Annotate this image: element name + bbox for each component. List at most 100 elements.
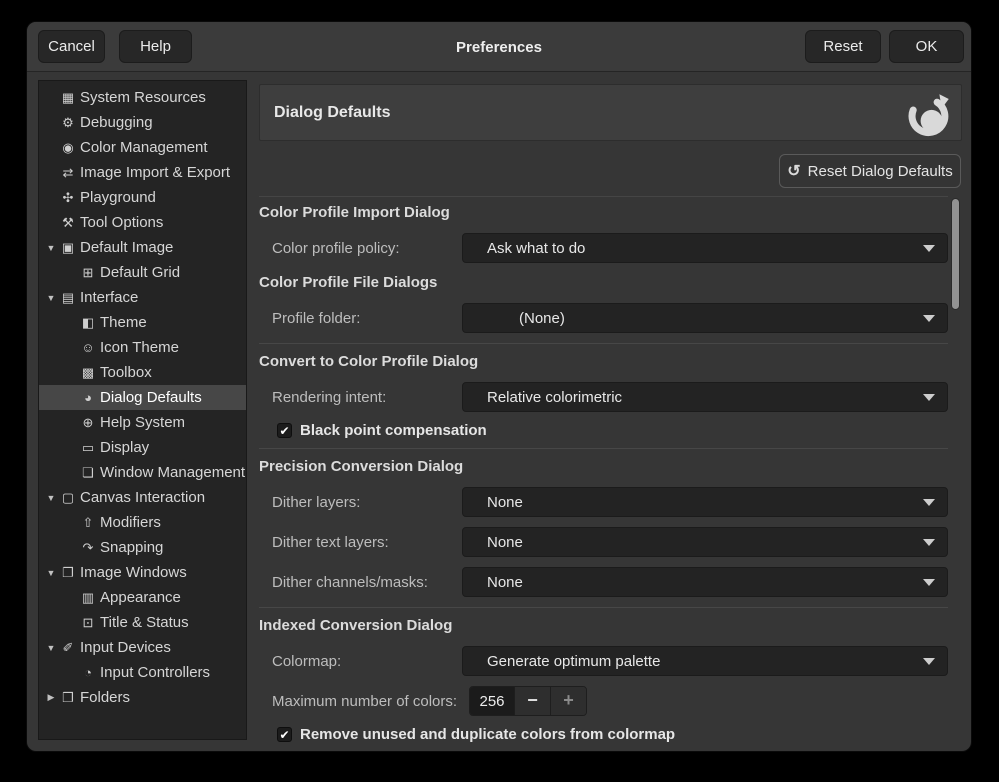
help-system-icon: ⊕ bbox=[79, 415, 97, 431]
help-button[interactable]: Help bbox=[119, 30, 192, 63]
increment-button[interactable]: + bbox=[550, 687, 586, 715]
preferences-window: Cancel Help Preferences Reset OK ▦System… bbox=[27, 22, 971, 751]
sidebar-item-input-controllers[interactable]: ◔Input Controllers bbox=[39, 660, 246, 685]
chevron-down-icon bbox=[923, 539, 935, 546]
dropdown-value: None bbox=[487, 574, 923, 591]
icon-theme-icon: ☺ bbox=[79, 340, 97, 355]
field-label: Profile folder: bbox=[272, 310, 462, 327]
checkbox-label: Remove unused and duplicate colors from … bbox=[300, 726, 675, 743]
row-remove-unused-colors: ✔ Remove unused and duplicate colors from… bbox=[259, 726, 948, 742]
reset-button[interactable]: Reset bbox=[805, 30, 881, 63]
vertical-scrollbar[interactable] bbox=[949, 196, 962, 747]
sidebar-item-label: Title & Status bbox=[100, 614, 189, 631]
scrollbar-thumb[interactable] bbox=[951, 198, 960, 310]
sidebar-item-canvas-interaction[interactable]: ▼▢Canvas Interaction bbox=[39, 485, 246, 510]
sidebar-item-system-resources[interactable]: ▦System Resources bbox=[39, 85, 246, 110]
row-dither-channels-masks: Dither channels/masks:None bbox=[259, 567, 948, 597]
field-label: Color profile policy: bbox=[272, 240, 462, 257]
section-title: Color Profile File Dialogs bbox=[259, 273, 948, 293]
sidebar-item-snapping[interactable]: ↷Snapping bbox=[39, 535, 246, 560]
remove-unused-colors-checkbox[interactable]: ✔ bbox=[277, 727, 292, 742]
row-rendering-intent: Rendering intent:Relative colorimetric bbox=[259, 382, 948, 412]
sidebar-item-label: Default Grid bbox=[100, 264, 180, 281]
default-grid-icon: ⊞ bbox=[79, 265, 97, 281]
page-title: Dialog Defaults bbox=[260, 104, 905, 122]
interface-icon: ▤ bbox=[59, 290, 77, 306]
sidebar-item-tool-options[interactable]: ⚒Tool Options bbox=[39, 210, 246, 235]
sidebar-item-appearance[interactable]: ▥Appearance bbox=[39, 585, 246, 610]
decrement-button[interactable]: − bbox=[514, 687, 550, 715]
sidebar-item-window-management[interactable]: ❏Window Management bbox=[39, 460, 246, 485]
sidebar-item-input-devices[interactable]: ▼✐Input Devices bbox=[39, 635, 246, 660]
sidebar-item-default-image[interactable]: ▼▣Default Image bbox=[39, 235, 246, 260]
color-profile-policy-dropdown[interactable]: Ask what to do bbox=[462, 233, 948, 263]
expander-down-icon[interactable]: ▼ bbox=[43, 293, 59, 303]
ok-button[interactable]: OK bbox=[889, 30, 964, 63]
sidebar-item-help-system[interactable]: ⊕Help System bbox=[39, 410, 246, 435]
chevron-down-icon bbox=[923, 579, 935, 586]
sidebar-item-label: Canvas Interaction bbox=[80, 489, 205, 506]
sidebar-item-color-management[interactable]: ◉Color Management bbox=[39, 135, 246, 160]
sidebar-item-label: Help System bbox=[100, 414, 185, 431]
sidebar-item-default-grid[interactable]: ⊞Default Grid bbox=[39, 260, 246, 285]
section-title: Precision Conversion Dialog bbox=[259, 457, 948, 477]
max-colors-input[interactable]: 256 bbox=[470, 687, 514, 715]
cancel-button[interactable]: Cancel bbox=[38, 30, 105, 63]
reset-dialog-defaults-button[interactable]: ↺ Reset Dialog Defaults bbox=[779, 154, 961, 188]
titlebar[interactable]: Cancel Help Preferences Reset OK bbox=[27, 22, 971, 72]
section-title: Convert to Color Profile Dialog bbox=[259, 352, 948, 372]
row-dither-layers: Dither layers:None bbox=[259, 487, 948, 517]
sidebar-item-debugging[interactable]: ⚙Debugging bbox=[39, 110, 246, 135]
profile-folder-dropdown[interactable]: (None) bbox=[462, 303, 948, 333]
black-point-compensation-checkbox[interactable]: ✔ bbox=[277, 423, 292, 438]
expander-right-icon[interactable]: ▶ bbox=[43, 692, 59, 703]
theme-icon: ◧ bbox=[79, 315, 97, 331]
dither-channels-masks-dropdown[interactable]: None bbox=[462, 567, 948, 597]
sidebar-item-playground[interactable]: ✣Playground bbox=[39, 185, 246, 210]
dither-layers-dropdown[interactable]: None bbox=[462, 487, 948, 517]
dropdown-value: Ask what to do bbox=[487, 240, 923, 257]
snapping-icon: ↷ bbox=[79, 540, 97, 556]
sidebar-item-folders[interactable]: ▶❒Folders bbox=[39, 685, 246, 710]
dither-text-layers-dropdown[interactable]: None bbox=[462, 527, 948, 557]
row-max-colors: Maximum number of colors:256−+ bbox=[259, 686, 948, 716]
sidebar-item-label: Debugging bbox=[80, 114, 153, 131]
sidebar-item-label: Snapping bbox=[100, 539, 163, 556]
sidebar-item-label: Color Management bbox=[80, 139, 208, 156]
sidebar-item-image-windows[interactable]: ▼❐Image Windows bbox=[39, 560, 246, 585]
sidebar-item-interface[interactable]: ▼▤Interface bbox=[39, 285, 246, 310]
sidebar-item-label: Interface bbox=[80, 289, 138, 306]
colormap-dropdown[interactable]: Generate optimum palette bbox=[462, 646, 948, 676]
expander-down-icon[interactable]: ▼ bbox=[43, 493, 59, 503]
sidebar-item-theme[interactable]: ◧Theme bbox=[39, 310, 246, 335]
section-title: Color Profile Import Dialog bbox=[259, 203, 948, 223]
sidebar-item-display[interactable]: ▭Display bbox=[39, 435, 246, 460]
sidebar-item-label: Input Devices bbox=[80, 639, 171, 656]
settings-nav: ▦System Resources⚙Debugging◉Color Manage… bbox=[38, 80, 247, 740]
sidebar-item-modifiers[interactable]: ⇧Modifiers bbox=[39, 510, 246, 535]
sidebar-item-icon-theme[interactable]: ☺Icon Theme bbox=[39, 335, 246, 360]
expander-down-icon[interactable]: ▼ bbox=[43, 243, 59, 253]
input-devices-icon: ✐ bbox=[59, 640, 77, 656]
sidebar-item-image-import-export[interactable]: ⇄Image Import & Export bbox=[39, 160, 246, 185]
desktop-background: Cancel Help Preferences Reset OK ▦System… bbox=[0, 0, 999, 782]
sidebar-item-dialog-defaults[interactable]: ◕Dialog Defaults bbox=[39, 385, 246, 410]
dropdown-value: Generate optimum palette bbox=[487, 653, 923, 670]
image-windows-icon: ❐ bbox=[59, 565, 77, 581]
sidebar-item-label: Display bbox=[100, 439, 149, 456]
chevron-down-icon bbox=[923, 658, 935, 665]
sidebar-item-toolbox[interactable]: ▩Toolbox bbox=[39, 360, 246, 385]
sidebar-item-label: Appearance bbox=[100, 589, 181, 606]
field-label: Rendering intent: bbox=[272, 389, 462, 406]
rendering-intent-dropdown[interactable]: Relative colorimetric bbox=[462, 382, 948, 412]
expander-down-icon[interactable]: ▼ bbox=[43, 568, 59, 578]
sidebar-item-label: Input Controllers bbox=[100, 664, 210, 681]
sidebar-item-label: Icon Theme bbox=[100, 339, 179, 356]
sidebar-item-label: Window Management bbox=[100, 464, 245, 481]
expander-down-icon[interactable]: ▼ bbox=[43, 643, 59, 653]
section-convert-to-color-profile-dialog: Convert to Color Profile Dialog Rendering… bbox=[259, 343, 948, 438]
sidebar-item-title-status[interactable]: ⊡Title & Status bbox=[39, 610, 246, 635]
page-header: Dialog Defaults bbox=[259, 84, 962, 141]
debugging-icon: ⚙ bbox=[59, 115, 77, 131]
reset-icon: ↺ bbox=[787, 161, 800, 181]
